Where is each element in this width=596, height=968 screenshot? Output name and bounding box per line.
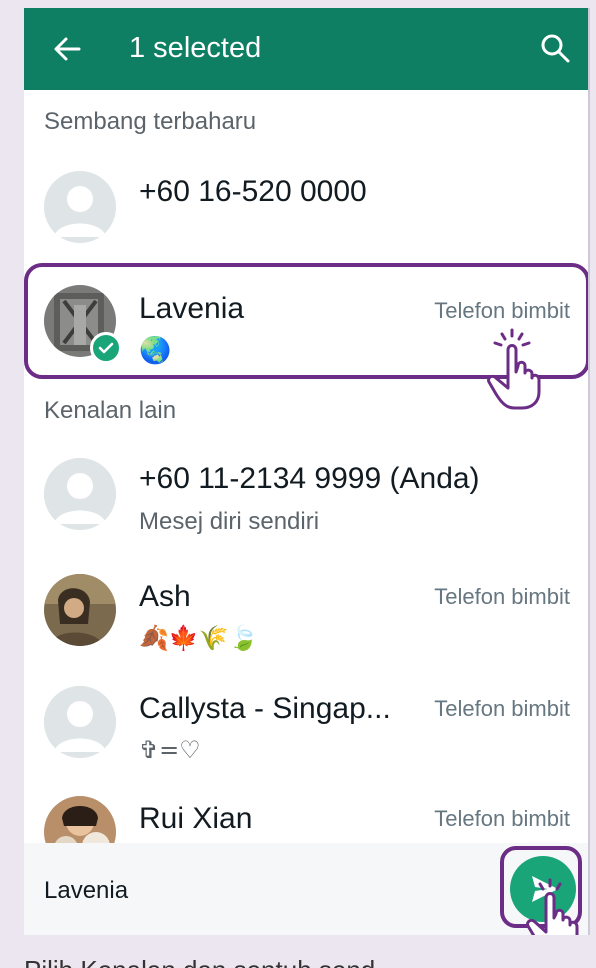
avatar-photo [44,796,116,848]
avatar-photo [44,574,116,646]
contact-name: Callysta - Singap... [139,692,391,725]
avatar [44,686,116,758]
contact-type: Telefon bimbit [434,696,570,721]
contact-row[interactable]: Rui Xian Telefon bimbit [24,788,588,848]
contact-row[interactable]: +60 11-2134 9999 (Anda) Mesej diri sendi… [24,448,588,548]
contact-name: +60 16-520 0000 [139,175,367,208]
section-label-recent: Sembang terbaharu [44,108,257,135]
section-label-other: Kenalan lain [44,397,177,424]
app-bar: 1 selected [24,8,588,90]
phone-screen: 1 selected Sembang terbaharu +60 16-520 … [24,8,590,935]
arrow-left-icon[interactable] [52,34,82,64]
tap-hand-icon [522,878,586,935]
contact-row[interactable]: +60 16-520 0000 [24,163,588,253]
contact-status: Mesej diri sendiri [139,508,320,535]
contact-type: Telefon bimbit [434,584,570,609]
avatar [44,171,116,243]
contact-name: +60 11-2134 9999 (Anda) [139,462,480,495]
contact-row[interactable]: Ash 🍂🍁🌾🍃 Telefon bimbit [24,566,588,666]
contact-status: 🍂🍁🌾🍃 [139,624,259,652]
instruction-caption: Pilih Kenalan dan sentuh send [24,955,375,968]
page-title: 1 selected [129,32,262,64]
avatar [44,458,116,530]
contact-row[interactable]: Callysta - Singap... ✞=♡ Telefon bimbit [24,678,588,778]
selected-contacts-text: Lavenia [44,877,129,904]
contact-status: ✞=♡ [139,736,201,764]
contact-name: Ash [139,580,191,613]
tap-hand-icon [482,326,552,410]
contact-type: Telefon bimbit [434,806,570,831]
search-icon[interactable] [539,32,571,64]
contact-name: Rui Xian [139,802,253,835]
